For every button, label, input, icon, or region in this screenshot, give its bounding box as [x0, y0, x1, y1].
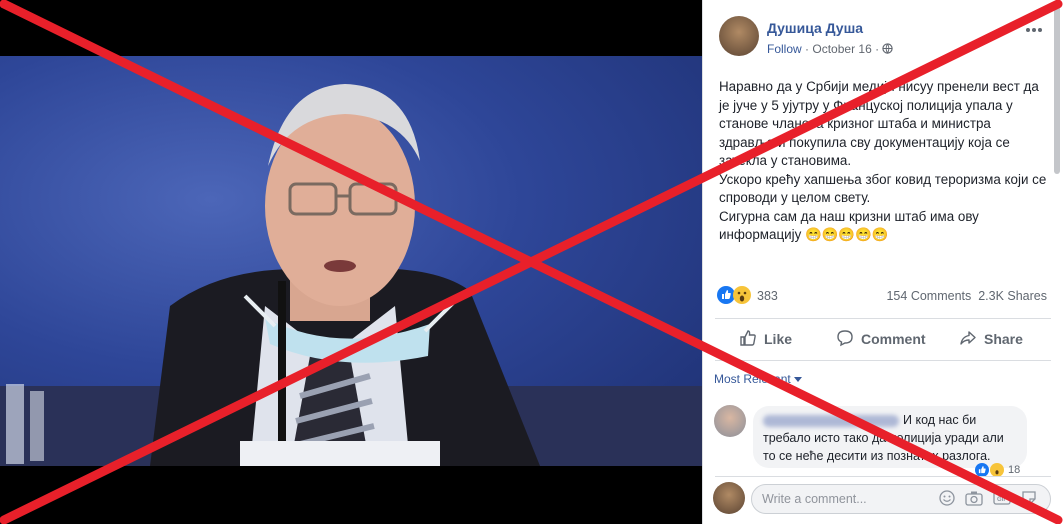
share-icon: [959, 329, 977, 350]
commenter-name-redacted[interactable]: [763, 414, 899, 427]
like-button[interactable]: Like: [739, 328, 792, 350]
comment-button[interactable]: Comment: [836, 328, 926, 350]
camera-icon[interactable]: [965, 490, 983, 506]
post-stats: 383 154 Comments 2.3K Shares: [717, 286, 1047, 306]
write-placeholder: Write a comment...: [762, 492, 867, 506]
comment-share-counts: 154 Comments 2.3K Shares: [886, 289, 1047, 303]
commenter-avatar[interactable]: [714, 405, 746, 437]
divider: [715, 476, 1051, 477]
divider: [715, 318, 1051, 319]
dropdown-caret-icon: [794, 372, 803, 386]
wow-reaction-icon: [990, 463, 1004, 477]
facebook-post-panel: Душица Душа Follow · October 16 · Наравн…: [702, 0, 1063, 524]
wow-reaction-icon[interactable]: [733, 286, 751, 307]
post-date[interactable]: October 16: [812, 42, 871, 56]
globe-icon: [882, 42, 894, 56]
like-label: Like: [764, 331, 793, 347]
like-icon: [739, 329, 757, 350]
comment-input-tools: GIF: [939, 490, 1037, 506]
share-button[interactable]: Share: [959, 328, 1023, 350]
comment-reactions[interactable]: 18: [975, 463, 1020, 477]
post-meta: Follow · October 16 ·: [767, 42, 894, 56]
shares-count[interactable]: 2.3K Shares: [978, 289, 1047, 303]
emoji-icon[interactable]: [939, 490, 955, 506]
comment-bubble: И код нас би требало исто тако да полици…: [753, 406, 1027, 468]
share-label: Share: [984, 331, 1023, 347]
reaction-count[interactable]: 383: [757, 289, 778, 303]
photo-illustration: [0, 84, 702, 466]
comment-reaction-count: 18: [1008, 464, 1021, 476]
comment-label: Comment: [861, 331, 926, 347]
scrollbar[interactable]: [1054, 6, 1060, 174]
svg-text:GIF: GIF: [997, 497, 1007, 503]
divider: [715, 360, 1051, 361]
post-text: Наравно да у Србији медији нисуу пренели…: [719, 79, 1047, 242]
comment-sort-dropdown[interactable]: Most Relevant: [714, 372, 803, 386]
author-avatar[interactable]: [719, 16, 759, 56]
sticker-icon[interactable]: [1021, 490, 1037, 506]
comments-count[interactable]: 154 Comments: [886, 289, 971, 303]
like-reaction-icon: [975, 463, 989, 477]
meta-separator: ·: [875, 42, 880, 56]
follow-link[interactable]: Follow: [767, 42, 802, 56]
current-user-avatar[interactable]: [713, 482, 745, 514]
meta-separator: ·: [805, 42, 810, 56]
more-options-icon[interactable]: [1025, 20, 1043, 38]
author-name[interactable]: Душица Душа: [767, 20, 863, 36]
sort-label: Most Relevant: [714, 372, 791, 386]
gif-icon[interactable]: GIF: [993, 490, 1011, 506]
post-photo[interactable]: [0, 56, 702, 466]
post-photo-panel: [0, 0, 702, 524]
comment-icon: [836, 329, 854, 350]
